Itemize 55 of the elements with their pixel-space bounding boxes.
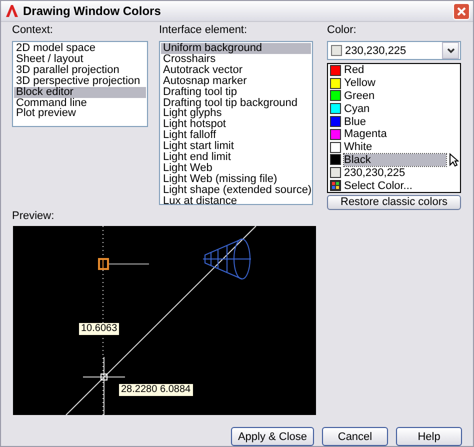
field-label: Preview: (12, 210, 56, 223)
list-item[interactable]: Light Web (missing file) (161, 174, 311, 185)
field-label: Color: (327, 24, 358, 37)
dimension-tooltip: 28.2280 (119, 384, 160, 396)
dialog-button[interactable]: Cancel (322, 427, 388, 446)
list-item[interactable]: Block editor (14, 86, 146, 98)
list-item[interactable]: Autosnap marker (161, 76, 311, 87)
list-item[interactable]: Command line (14, 98, 146, 108)
dialog-button[interactable]: Apply & Close (231, 427, 314, 446)
list-item[interactable]: Light end limit (161, 152, 311, 163)
dropdown-option[interactable]: Magenta (329, 128, 459, 141)
dropdown-option[interactable]: Yellow (329, 76, 459, 90)
dropdown-option[interactable]: Green (329, 90, 459, 102)
color-palette-icon (330, 180, 341, 192)
list-item[interactable]: Drafting tool tip (161, 86, 311, 98)
close-button[interactable] (453, 2, 470, 20)
list-item[interactable]: Light falloff (161, 130, 311, 142)
list-item[interactable]: Light shape (extended source) (161, 184, 311, 196)
list-item[interactable]: Light glyphs (161, 108, 311, 120)
grip-marker-drawing (98, 258, 150, 270)
list-item[interactable]: Plot preview (14, 108, 146, 120)
list-item[interactable]: Uniform background (161, 43, 311, 54)
light-glyph-drawing (202, 238, 252, 280)
chevron-down-icon (446, 48, 454, 54)
dropdown-option[interactable]: Cyan (329, 102, 459, 116)
field-label: Interface element: (159, 24, 248, 37)
dimension-tooltip: 6.0884 (158, 384, 193, 396)
dropdown-arrow-button[interactable] (442, 42, 459, 59)
dropdown-option[interactable]: White (329, 140, 459, 154)
list-item[interactable]: 2D model space (14, 43, 146, 54)
field-label: Context: (12, 24, 54, 37)
list-item[interactable]: 3D parallel projection (14, 64, 146, 76)
dropdown-option[interactable]: 230,230,225 (329, 166, 459, 180)
list-item[interactable]: Crosshairs (161, 54, 311, 65)
list-item[interactable]: Light hotspot (161, 119, 311, 130)
context-list[interactable]: 2D model space Sheet / layout 3D parallel projection 3D perspective projection Block editor Command line Plot preview (12, 41, 148, 127)
list-item[interactable]: 3D perspective projection (14, 76, 146, 87)
window-title: Drawing Window Colors (23, 4, 162, 18)
dropdown-option[interactable]: Select Color... (329, 179, 459, 192)
list-item[interactable]: Autotrack vector (161, 64, 311, 76)
list-item[interactable]: Light start limit (161, 141, 311, 152)
list-item[interactable]: Light Web (161, 162, 311, 174)
list-item[interactable]: Sheet / layout (14, 54, 146, 65)
dropdown-option[interactable]: Blue (329, 115, 459, 128)
dimension-tooltip: 10.6063 (79, 323, 120, 335)
dropdown-value: 230,230,225 (345, 44, 408, 56)
close-icon (457, 6, 466, 16)
list-item[interactable]: Drafting tool tip background (161, 98, 311, 108)
restore-button[interactable]: Restore classic colors (327, 195, 461, 210)
app-logo-icon (5, 4, 19, 18)
interface-element-list[interactable] (159, 41, 313, 205)
list-item[interactable]: Lux at distance (161, 196, 311, 207)
dialog-button[interactable]: Help (396, 427, 462, 446)
dropdown-option[interactable]: Red (329, 64, 459, 77)
color-dropdown[interactable]: 230,230,225 (327, 41, 461, 60)
